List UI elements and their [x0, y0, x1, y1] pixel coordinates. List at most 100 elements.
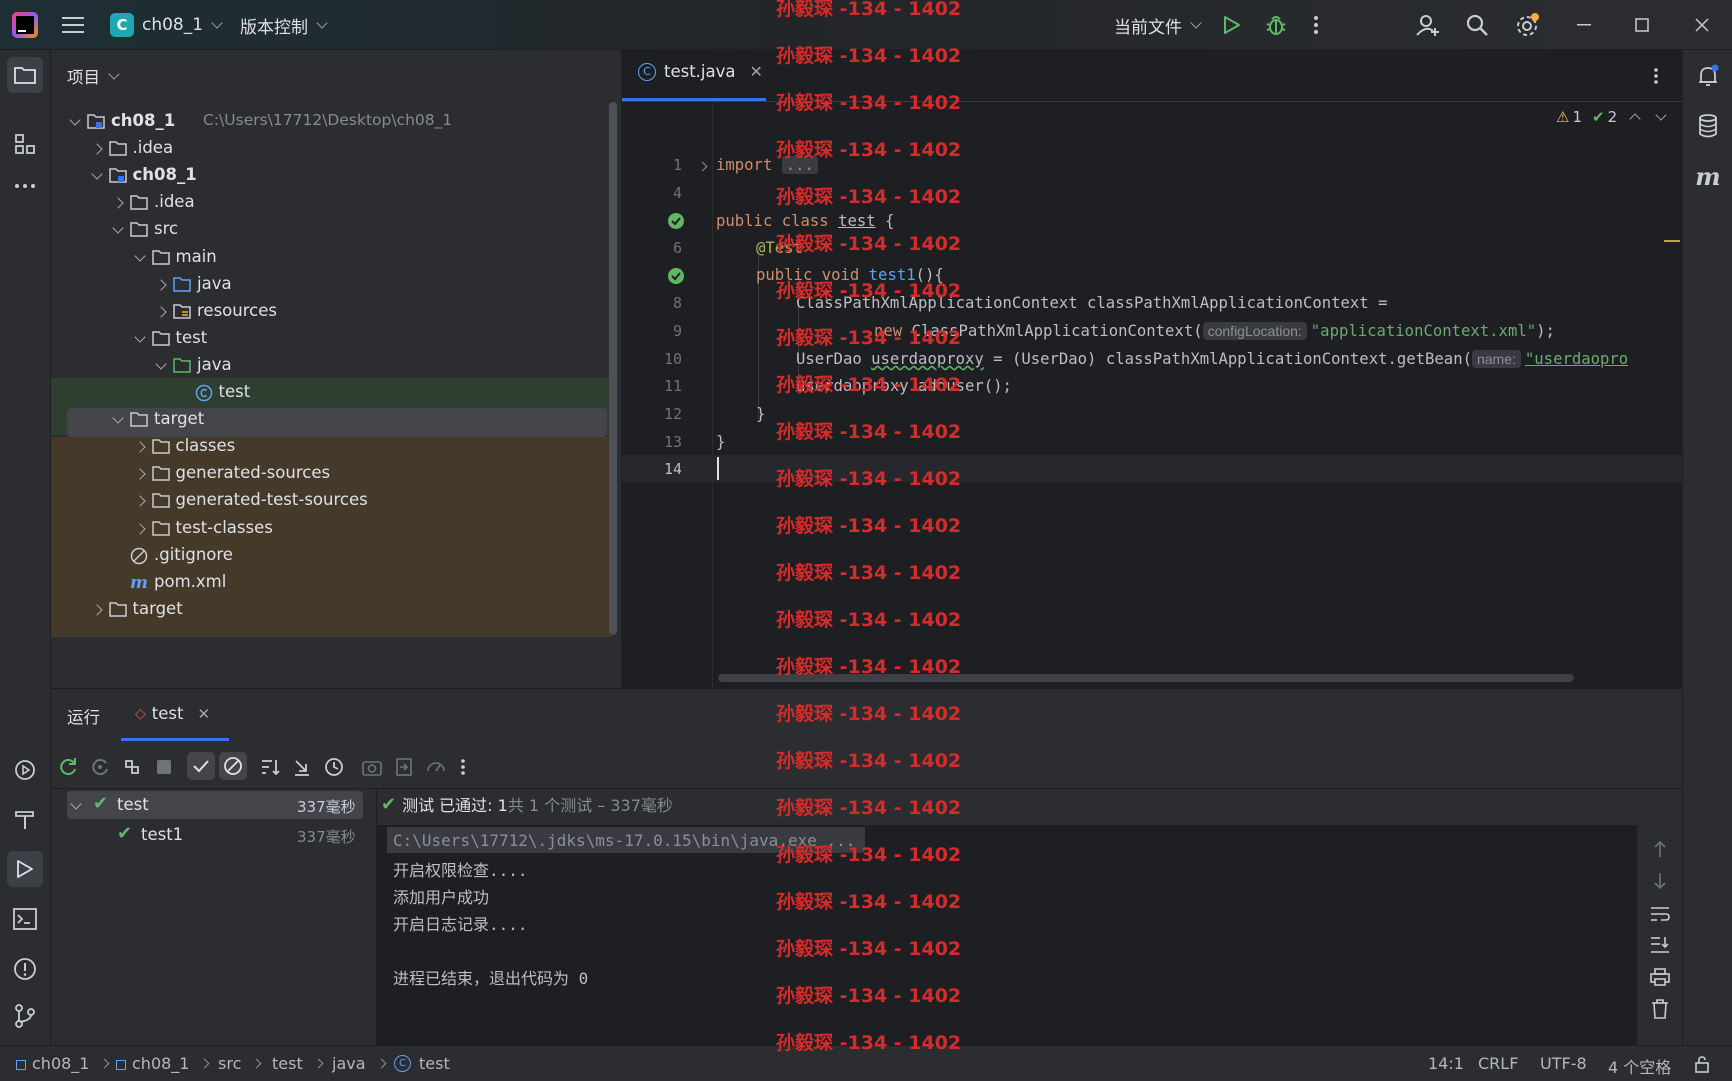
collapse-all-icon[interactable] [289, 754, 315, 780]
stop-icon[interactable] [151, 754, 177, 780]
tree-node[interactable]: .idea [51, 188, 611, 218]
print-icon[interactable] [1648, 965, 1672, 989]
close-tab-icon[interactable]: ✕ [197, 705, 210, 723]
scroll-to-end-icon[interactable] [1648, 933, 1672, 957]
rerun-icon[interactable] [55, 754, 81, 780]
project-scrollbar[interactable] [609, 102, 617, 635]
tree-node[interactable]: ch08_1 [51, 161, 611, 191]
clear-trash-icon[interactable] [1648, 997, 1672, 1021]
tree-node[interactable]: target [51, 595, 611, 625]
search-icon[interactable] [1463, 11, 1491, 39]
structure-icon[interactable] [11, 130, 39, 158]
toggle-auto-test-icon[interactable] [119, 754, 145, 780]
camera-icon[interactable] [359, 754, 385, 780]
chevron-down-icon[interactable] [112, 222, 124, 235]
code-line-7[interactable]: public void test1(){ [756, 266, 944, 284]
tree-node[interactable]: classes [51, 432, 611, 462]
test-history-icon[interactable] [321, 754, 347, 780]
cursor-position[interactable]: 14:1 [1428, 1054, 1464, 1073]
problems-icon[interactable] [11, 955, 39, 983]
tab-test-java[interactable]: C test.java ✕ [638, 62, 763, 81]
tree-node[interactable]: java [51, 270, 611, 300]
code-line-6[interactable]: @Test [756, 239, 803, 257]
chevron-down-icon[interactable] [112, 412, 124, 424]
git-branch-icon[interactable] [11, 1002, 39, 1030]
notifications-bell-icon[interactable] [1694, 62, 1722, 90]
code-line-12[interactable]: } [756, 405, 765, 423]
tree-node[interactable]: generated-test-sources [51, 486, 611, 516]
code-line-9[interactable]: new ClassPathXmlApplicationContext(confi… [874, 322, 1555, 340]
maximize-icon[interactable] [1630, 13, 1654, 37]
test-tree-row[interactable]: ✔ test1 337毫秒 [51, 821, 363, 849]
chevron-down-icon[interactable] [155, 358, 167, 370]
chevron-up-icon[interactable] [1629, 113, 1641, 125]
breadcrumb-item[interactable]: src [218, 1054, 262, 1073]
console-output[interactable]: C:\Users\17712\.jdks\ms-17.0.15\bin\java… [377, 825, 1637, 1046]
breadcrumb-item[interactable]: ch08_1 [116, 1054, 210, 1073]
inspection-widget[interactable]: ⚠ 1 ✔ 2 [1556, 108, 1667, 126]
test-tree-row[interactable]: ✔ test 337毫秒 [51, 791, 363, 819]
rerun-failed-icon[interactable] [87, 754, 113, 780]
vcs-menu[interactable]: 版本控制 [240, 0, 328, 50]
indent-setting[interactable]: 4 个空格 [1608, 1054, 1671, 1078]
services-icon[interactable] [11, 756, 39, 784]
code-line-11[interactable]: userdaoproxy.adduser(); [796, 377, 1012, 395]
folded-imports[interactable]: ... [781, 156, 818, 174]
add-user-icon[interactable] [1414, 11, 1442, 39]
project-switcher[interactable]: C ch08_1 [110, 0, 223, 50]
close-window-icon[interactable] [1690, 13, 1714, 37]
database-icon[interactable] [1694, 112, 1722, 140]
more-actions-icon[interactable] [1306, 12, 1326, 38]
show-ignored-icon[interactable] [219, 752, 247, 780]
tree-node[interactable]: target [51, 405, 611, 435]
import-tests-icon[interactable] [391, 754, 417, 780]
file-encoding[interactable]: UTF-8 [1540, 1054, 1587, 1073]
coverage-icon[interactable] [423, 754, 449, 780]
chevron-right-icon[interactable] [133, 522, 146, 535]
code-line-13[interactable]: } [716, 433, 725, 451]
main-menu-icon[interactable] [60, 13, 86, 37]
run-test-class-gutter-icon[interactable] [668, 213, 684, 229]
debug-icon[interactable] [1263, 12, 1289, 38]
code-line-1[interactable]: import ... [716, 156, 818, 174]
chevron-down-icon[interactable] [90, 168, 103, 180]
tab-run-test[interactable]: ◇ test ✕ [135, 704, 210, 723]
lock-icon[interactable] [1692, 1054, 1712, 1074]
chevron-right-icon[interactable] [133, 441, 146, 453]
line-separator[interactable]: CRLF [1478, 1054, 1518, 1073]
code-line-5[interactable]: public class test { [716, 212, 894, 230]
tree-node[interactable]: resources [51, 297, 611, 327]
breadcrumb-item[interactable]: Ctest [394, 1054, 450, 1073]
terminal-icon[interactable] [11, 905, 39, 933]
run-icon[interactable] [1220, 13, 1244, 37]
chevron-right-icon[interactable] [133, 468, 146, 480]
run-more-icon[interactable] [455, 754, 471, 780]
project-view-selector[interactable]: 项目 [67, 50, 120, 102]
arrow-up-icon[interactable] [1648, 837, 1672, 861]
chevron-down-icon[interactable] [1655, 109, 1667, 121]
show-passed-icon[interactable] [187, 752, 215, 780]
sort-alphabetically-icon[interactable] [257, 754, 283, 780]
run-tool-icon[interactable] [7, 851, 43, 887]
close-tab-icon[interactable]: ✕ [750, 62, 763, 81]
tree-node[interactable]: test [51, 324, 611, 354]
tree-node[interactable]: .gitignore [51, 541, 611, 571]
settings-gear-icon[interactable] [1512, 11, 1542, 39]
tree-node[interactable]: test-classes [51, 514, 611, 544]
breadcrumb-item[interactable]: java [332, 1054, 386, 1073]
tree-node[interactable]: generated-sources [51, 459, 611, 489]
code-line-8[interactable]: ClassPathXmlApplicationContext classPath… [796, 294, 1387, 312]
chevron-right-icon[interactable] [155, 278, 167, 291]
minimize-icon[interactable] [1572, 13, 1596, 37]
fold-arrow-icon[interactable] [697, 161, 708, 172]
tree-node[interactable]: test [51, 378, 611, 408]
tree-node[interactable]: src [51, 215, 611, 245]
tree-node[interactable]: m pom.xml [51, 568, 611, 598]
editor-horizontal-scrollbar[interactable] [718, 674, 1574, 682]
warning-stripe-marker[interactable] [1664, 240, 1680, 242]
breadcrumb-item[interactable]: ch08_1 [16, 1054, 110, 1073]
chevron-right-icon[interactable] [90, 604, 103, 616]
editor-more-icon[interactable] [1648, 64, 1664, 88]
chevron-right-icon[interactable] [133, 495, 146, 508]
tree-node[interactable]: .idea [51, 134, 611, 164]
